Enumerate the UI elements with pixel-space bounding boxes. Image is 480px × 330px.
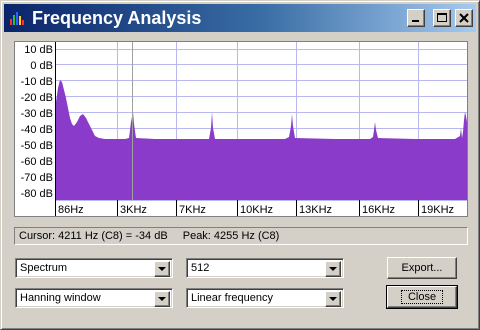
chevron-down-icon (158, 267, 166, 271)
window-title: Frequency Analysis (32, 8, 202, 28)
x-label: 7KHz (179, 204, 206, 216)
algorithm-select[interactable]: Spectrum (15, 258, 173, 278)
x-label: 13KHz (299, 204, 332, 216)
axis-select[interactable]: Linear frequency (186, 288, 344, 308)
x-label: 86Hz (58, 204, 84, 216)
close-icon (459, 13, 469, 23)
size-dropdown-button[interactable] (325, 261, 341, 277)
window-function-value: Hanning window (20, 292, 101, 304)
title-bar[interactable]: Frequency Analysis (4, 4, 476, 32)
x-label: 16KHz (362, 204, 395, 216)
y-label: -80 dB (21, 188, 53, 200)
axis-value: Linear frequency (191, 292, 273, 304)
chevron-down-icon (329, 267, 337, 271)
app-icon (10, 12, 24, 25)
size-select[interactable]: 512 (186, 258, 344, 278)
y-label: -70 dB (21, 172, 53, 184)
status-bar: Cursor: 4211 Hz (C8) = -34 dB Peak: 4255… (14, 227, 468, 245)
y-label: 10 dB (24, 44, 53, 56)
close-button[interactable]: Close (386, 285, 458, 309)
y-label: -60 dB (21, 156, 53, 168)
window-function-dropdown-button[interactable] (154, 291, 170, 307)
frequency-graph[interactable]: 10 dB 0 dB -10 dB -20 dB -30 dB -40 dB -… (14, 41, 468, 217)
y-label: -10 dB (21, 76, 53, 88)
frequency-analysis-window: Frequency Analysis 10 dB 0 dB -10 dB -20… (0, 0, 480, 330)
y-label: -40 dB (21, 124, 53, 136)
y-label: 0 dB (30, 60, 53, 72)
y-label: -50 dB (21, 140, 53, 152)
maximize-icon (437, 13, 447, 22)
minimize-icon (412, 20, 419, 22)
x-label: 10KHz (240, 204, 273, 216)
chevron-down-icon (158, 297, 166, 301)
window-function-select[interactable]: Hanning window (15, 288, 173, 308)
x-label: 3KHz (120, 204, 147, 216)
close-button-label: Close (400, 290, 444, 304)
export-button[interactable]: Export... (387, 257, 457, 279)
x-label: 19KHz (421, 204, 454, 216)
minimize-button[interactable] (407, 9, 425, 27)
peak-readout: Peak: 4255 Hz (C8) (182, 230, 280, 242)
spectrum-area (55, 80, 467, 200)
axis-dropdown-button[interactable] (325, 291, 341, 307)
close-window-button[interactable] (455, 9, 473, 27)
algorithm-value: Spectrum (20, 262, 68, 274)
algorithm-dropdown-button[interactable] (154, 261, 170, 277)
y-label: -20 dB (21, 92, 53, 104)
size-value: 512 (191, 262, 210, 274)
cursor-readout: Cursor: 4211 Hz (C8) = -34 dB (19, 230, 168, 242)
chevron-down-icon (329, 297, 337, 301)
y-label: -30 dB (21, 108, 53, 120)
maximize-button[interactable] (433, 9, 451, 27)
